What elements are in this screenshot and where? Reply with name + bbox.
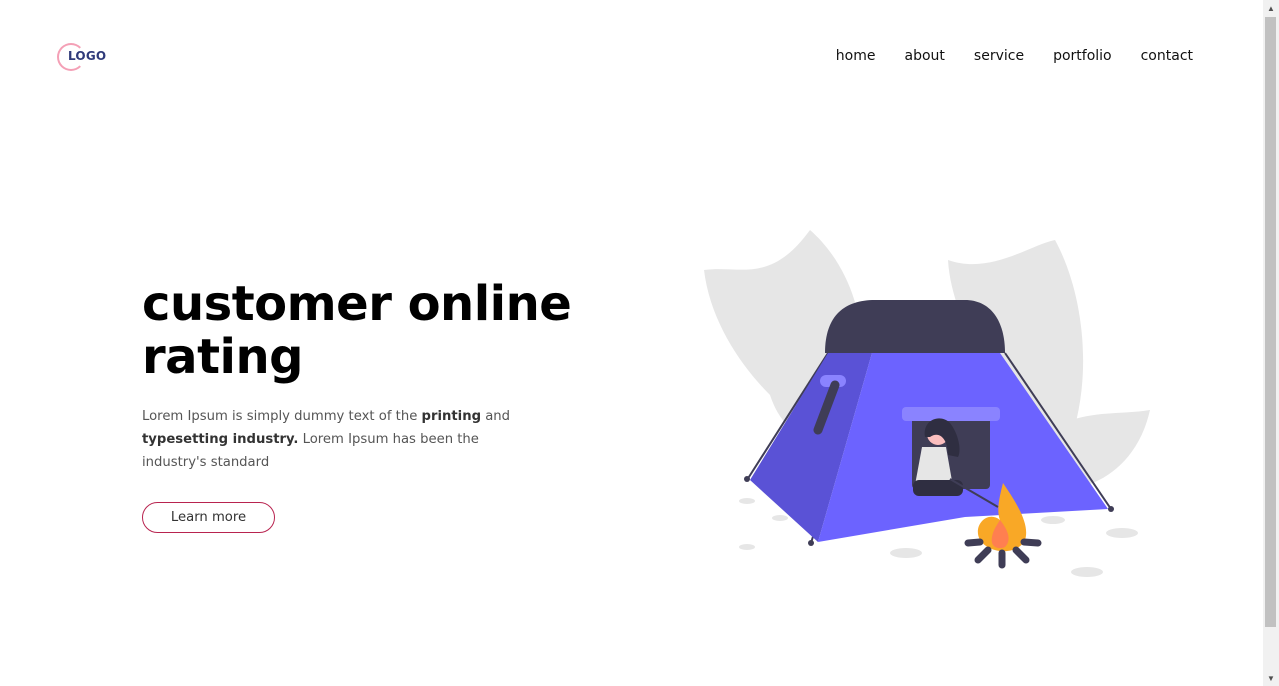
ground-stone (1041, 516, 1065, 524)
desc-text-2: and (481, 409, 511, 424)
hero-title: customer online rating (142, 276, 572, 385)
ground-stone (890, 548, 922, 558)
logo[interactable]: LOGO (57, 43, 107, 71)
scroll-down-arrow-icon[interactable]: ▼ (1263, 670, 1279, 686)
ground-stone (739, 544, 755, 550)
ground-stone (1106, 528, 1138, 538)
vertical-scrollbar[interactable]: ▲ ▼ (1263, 0, 1279, 686)
pole-tip (744, 476, 750, 482)
learn-more-button[interactable]: Learn more (142, 502, 275, 533)
scrollbar-thumb[interactable] (1265, 17, 1276, 627)
nav-contact[interactable]: contact (1141, 48, 1193, 64)
tent-top (825, 300, 1005, 353)
hero-description: Lorem Ipsum is simply dummy text of the … (142, 405, 542, 474)
ground-stone (739, 498, 755, 504)
pole-tip (1108, 506, 1114, 512)
ground-stone (1071, 567, 1103, 577)
tent-door-flap (902, 407, 1000, 421)
ground-stone (772, 515, 788, 521)
nav-portfolio[interactable]: portfolio (1053, 48, 1112, 64)
desc-bold-typesetting: typesetting industry. (142, 432, 299, 447)
camping-illustration (704, 230, 1150, 577)
nav-home[interactable]: home (836, 48, 876, 64)
logo-text: LOGO (68, 49, 107, 63)
desc-text-1: Lorem Ipsum is simply dummy text of the (142, 409, 422, 424)
pole-tip (808, 540, 814, 546)
nav-service[interactable]: service (974, 48, 1024, 64)
nav-about[interactable]: about (905, 48, 945, 64)
main-nav: home about service portfolio contact (836, 48, 1193, 64)
desc-bold-printing: printing (421, 409, 482, 424)
scroll-up-arrow-icon[interactable]: ▲ (1263, 0, 1279, 16)
